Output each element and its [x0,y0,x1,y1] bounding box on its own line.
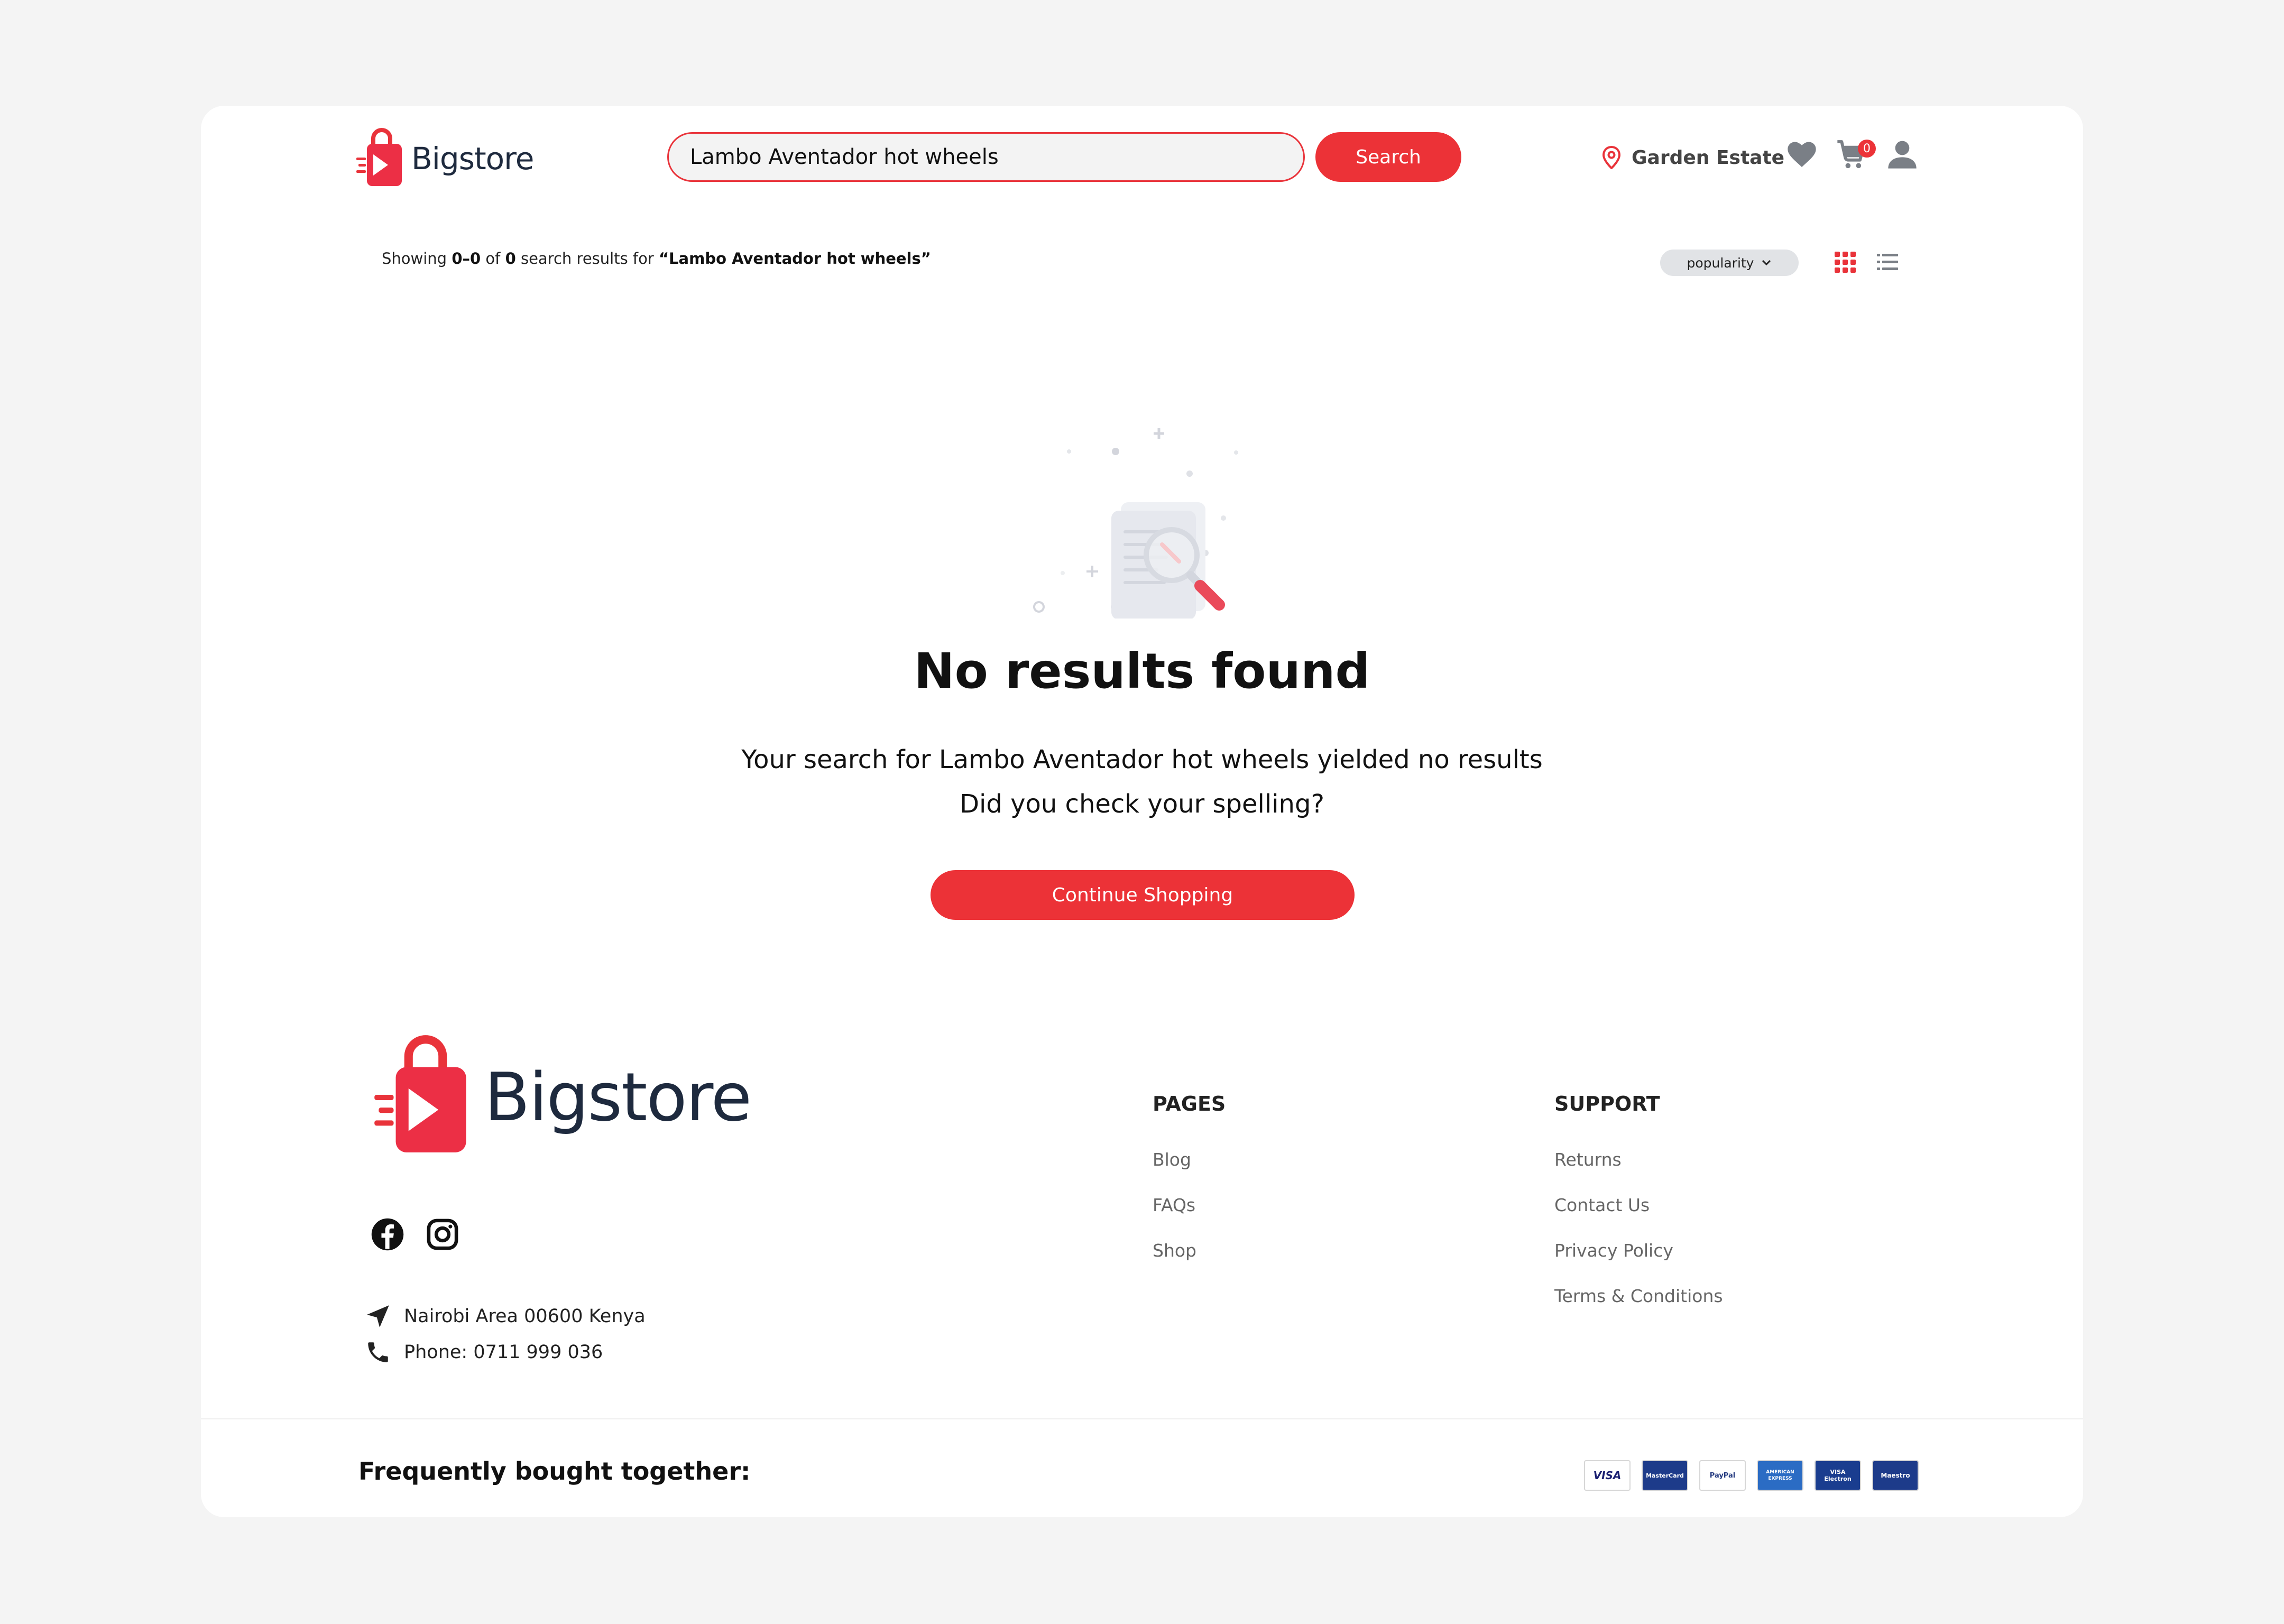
american-express-icon: AMERICAN EXPRESS [1757,1460,1803,1491]
instagram-icon[interactable] [425,1217,460,1252]
sort-dropdown[interactable]: popularity [1660,250,1799,276]
visa-electron-icon: VISA Electron [1815,1460,1861,1491]
address-text: Nairobi Area 00600 Kenya [404,1306,646,1327]
results-summary: Showing 0–0 of 0 search results for “Lam… [382,250,931,267]
results-of: of [485,250,501,267]
user-icon[interactable] [1885,137,1919,171]
facebook-icon[interactable] [370,1217,405,1252]
footer-link-faqs[interactable]: FAQs [1153,1195,1195,1215]
heart-icon[interactable] [1785,137,1819,171]
empty-state-message: Your search for Lambo Aventador hot whee… [201,737,2083,826]
shopping-bag-logo-icon [356,128,402,186]
chevron-down-icon [1762,260,1771,266]
grid-view-icon[interactable] [1834,251,1857,274]
list-view-icon[interactable] [1876,251,1899,274]
footer-link-returns[interactable]: Returns [1554,1149,1622,1170]
page-card: Bigstore Search Garden Estate 0 Showing … [201,106,2083,1517]
payment-methods: VISA MasterCard PayPal AMERICAN EXPRESS … [1584,1460,1930,1491]
phone-icon [368,1342,388,1362]
mastercard-icon: MasterCard [1642,1460,1688,1491]
footer-brand-name: Bigstore [484,1058,752,1136]
sort-label: popularity [1687,255,1754,271]
empty-state-hint: Did you check your spelling? [960,789,1324,819]
paypal-icon: PayPal [1699,1460,1746,1491]
pages-heading: PAGES [1153,1092,1226,1115]
empty-state-text: Your search for Lambo Aventador hot whee… [741,745,1543,774]
shopping-bag-logo-icon [374,1035,466,1152]
empty-state-title: No results found [914,643,1370,699]
visa-icon: VISA [1584,1460,1631,1491]
frequently-bought-label: Frequently bought together: [358,1457,751,1485]
maestro-icon: Maestro [1872,1460,1919,1491]
cart-count-badge: 0 [1858,140,1876,158]
footer-divider [201,1418,2083,1419]
phone-text: Phone: 0711 999 036 [404,1342,603,1363]
location-selector[interactable]: Garden Estate [1602,142,1784,173]
results-total: 0 [505,250,516,267]
footer-link-privacy-policy[interactable]: Privacy Policy [1554,1240,1673,1261]
search-button[interactable]: Search [1315,132,1461,182]
results-range: 0–0 [452,250,481,267]
results-query: “Lambo Aventador hot wheels” [659,250,931,267]
footer-phone: Phone: 0711 999 036 [365,1336,603,1368]
brand-name: Bigstore [411,141,534,177]
footer-address: Nairobi Area 00600 Kenya [365,1300,646,1332]
no-results-illustration [1033,428,1238,619]
location-label: Garden Estate [1632,146,1785,169]
location-pin-icon [1602,146,1621,169]
footer-link-terms-conditions[interactable]: Terms & Conditions [1554,1286,1723,1306]
footer-link-blog[interactable]: Blog [1153,1149,1191,1170]
search-input[interactable] [667,132,1305,182]
results-prefix: Showing [382,250,447,267]
footer-logo[interactable]: Bigstore [370,1031,761,1163]
navigation-arrow-icon [367,1305,389,1327]
footer-link-contact-us[interactable]: Contact Us [1554,1195,1650,1215]
footer-link-shop[interactable]: Shop [1153,1240,1196,1261]
header-logo[interactable]: Bigstore [354,126,534,191]
continue-shopping-button[interactable]: Continue Shopping [931,870,1355,920]
support-heading: SUPPORT [1554,1092,1660,1115]
results-mid: search results for [520,250,654,267]
